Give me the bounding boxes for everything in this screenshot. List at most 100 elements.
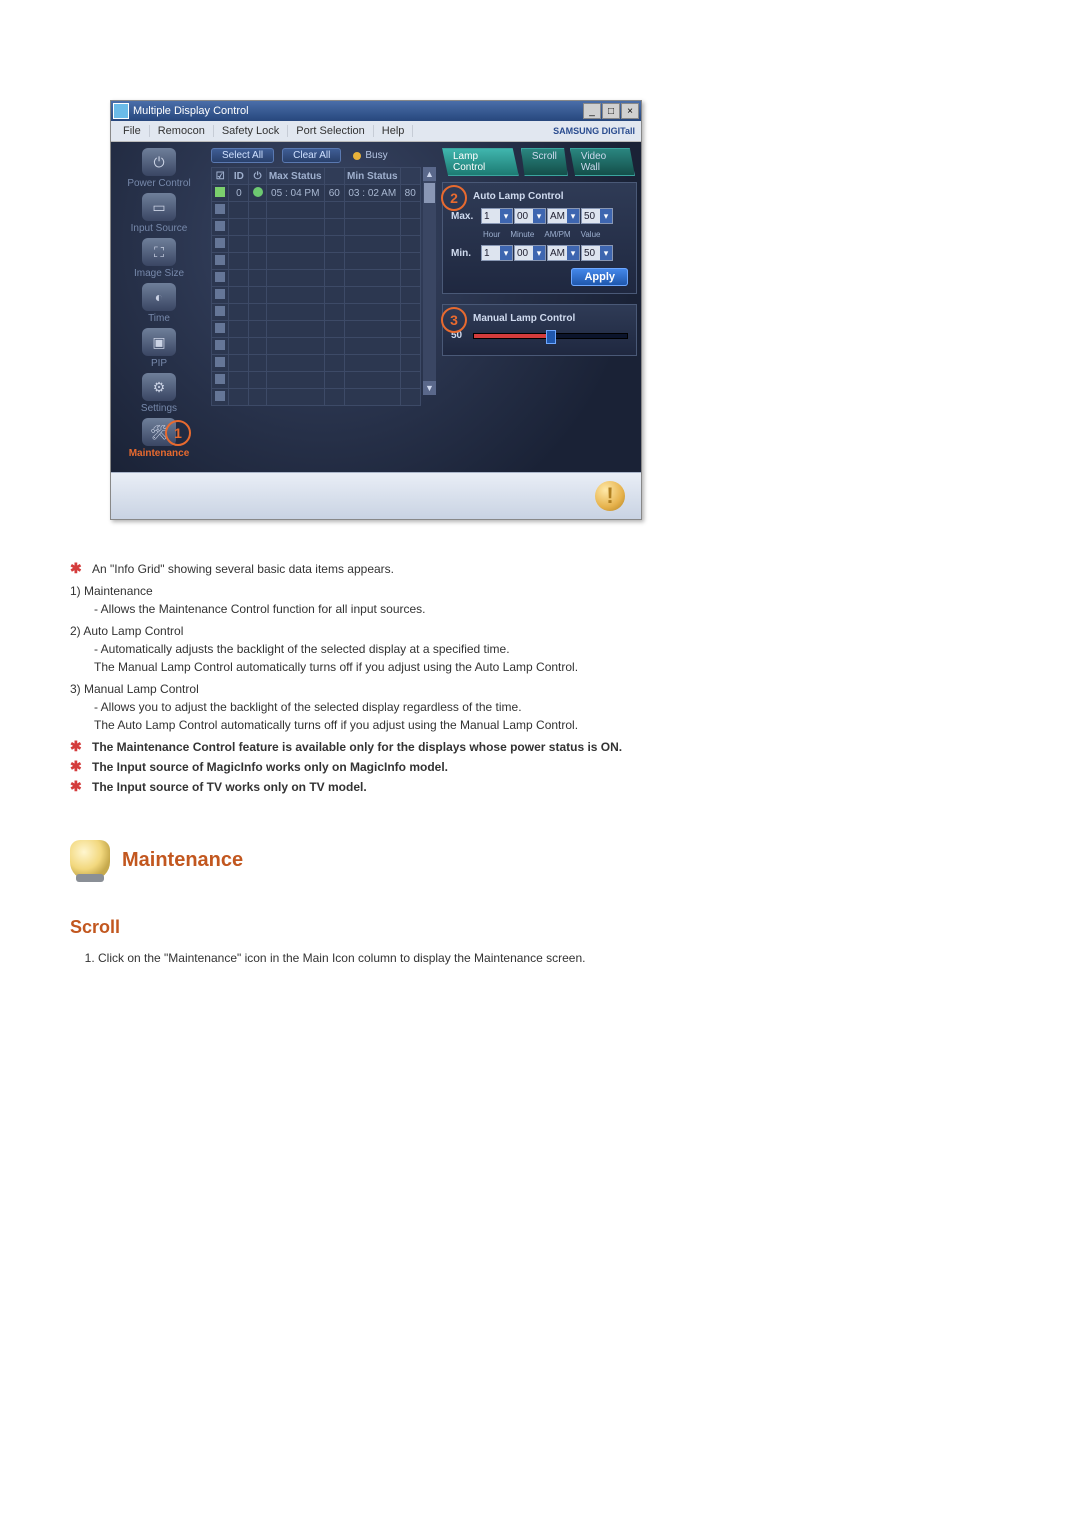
tab-strip: Lamp Control Scroll Video Wall [442, 148, 637, 176]
busy-indicator: Busy [349, 150, 387, 161]
table-row[interactable] [212, 304, 421, 321]
table-row[interactable] [212, 287, 421, 304]
warning-icon: ! [595, 481, 625, 511]
row-checkbox[interactable] [215, 306, 225, 316]
row-checkbox[interactable] [215, 391, 225, 401]
auto-lamp-panel: 2 Auto Lamp Control Max. 1▾ 00▾ AM▾ 50▾ … [442, 182, 637, 294]
lamp-icon [70, 840, 110, 880]
row-checkbox[interactable] [215, 187, 225, 197]
item-1-sub: - Allows the Maintenance Control functio… [94, 600, 1010, 618]
cell-min: 03 : 02 AM [344, 185, 400, 202]
menu-file[interactable]: File [115, 125, 150, 137]
sidebar-label: Image Size [119, 268, 199, 279]
star-icon: ✱ [70, 738, 84, 756]
sidebar-item-power-control[interactable]: ⏻ Power Control [119, 148, 199, 189]
row-checkbox[interactable] [215, 238, 225, 248]
table-row[interactable] [212, 338, 421, 355]
row-checkbox[interactable] [215, 340, 225, 350]
sidebar-item-pip[interactable]: ▣ PIP [119, 328, 199, 369]
max-ampm-select[interactable]: AM▾ [547, 208, 580, 224]
table-row[interactable] [212, 321, 421, 338]
row-checkbox[interactable] [215, 221, 225, 231]
sidebar-item-image-size[interactable]: ⛶ Image Size [119, 238, 199, 279]
col-max-status: Max Status [266, 168, 324, 185]
star-icon: ✱ [70, 758, 84, 776]
tab-video-wall[interactable]: Video Wall [570, 148, 635, 176]
sidebar-item-settings[interactable]: ⚙ Settings [119, 373, 199, 414]
table-row[interactable]: 0 05 : 04 PM 60 03 : 02 AM 80 [212, 185, 421, 202]
clear-all-button[interactable]: Clear All [282, 148, 341, 163]
sidebar-label: PIP [119, 358, 199, 369]
pip-icon: ▣ [142, 328, 176, 356]
titlebar: Multiple Display Control _ □ × [111, 101, 641, 121]
minimize-button[interactable]: _ [583, 103, 601, 119]
slider-thumb[interactable] [546, 330, 556, 344]
section-maintenance: Maintenance [70, 840, 1010, 880]
manual-lamp-slider[interactable] [473, 333, 628, 339]
apply-button[interactable]: Apply [571, 268, 628, 286]
maximize-button[interactable]: □ [602, 103, 620, 119]
cell-max-val: 60 [324, 185, 344, 202]
max-value-select[interactable]: 50▾ [581, 208, 613, 224]
row-checkbox[interactable] [215, 374, 225, 384]
note-1: The Maintenance Control feature is avail… [92, 738, 622, 756]
menu-port-selection[interactable]: Port Selection [288, 125, 373, 137]
scroll-up-icon[interactable]: ▲ [423, 167, 436, 181]
max-hour-select[interactable]: 1▾ [481, 208, 513, 224]
tab-lamp-control[interactable]: Lamp Control [442, 148, 519, 176]
row-checkbox[interactable] [215, 323, 225, 333]
max-minute-select[interactable]: 00▾ [514, 208, 546, 224]
scroll-thumb[interactable] [424, 183, 435, 203]
busy-dot-icon [353, 152, 361, 160]
step-1: Click on the "Maintenance" icon in the M… [98, 949, 1010, 967]
scroll-down-icon[interactable]: ▼ [423, 381, 436, 395]
menubar: File Remocon Safety Lock Port Selection … [111, 121, 641, 142]
table-row[interactable] [212, 389, 421, 406]
chevron-down-icon: ▾ [533, 209, 545, 223]
tab-scroll[interactable]: Scroll [521, 148, 568, 176]
row-checkbox[interactable] [215, 272, 225, 282]
table-row[interactable] [212, 372, 421, 389]
time-icon: ◐ [142, 283, 176, 311]
sidebar-item-input-source[interactable]: ▭ Input Source [119, 193, 199, 234]
item-2-sub2: The Manual Lamp Control automatically tu… [94, 658, 1010, 676]
callout-1: 1 [165, 420, 191, 446]
select-all-button[interactable]: Select All [211, 148, 274, 163]
row-checkbox[interactable] [215, 204, 225, 214]
table-row[interactable] [212, 219, 421, 236]
min-minute-select[interactable]: 00▾ [514, 245, 546, 261]
busy-label: Busy [365, 150, 387, 161]
min-ampm-select[interactable]: AM▾ [547, 245, 580, 261]
manual-lamp-title: Manual Lamp Control [473, 313, 628, 324]
sidebar-item-maintenance[interactable]: 🛠 Maintenance 1 [119, 418, 199, 459]
sidebar-label: Input Source [119, 223, 199, 234]
menu-safety-lock[interactable]: Safety Lock [214, 125, 288, 137]
cell-min-val: 80 [400, 185, 420, 202]
sidebar-item-time[interactable]: ◐ Time [119, 283, 199, 324]
menu-help[interactable]: Help [374, 125, 414, 137]
item-3-sub2: The Auto Lamp Control automatically turn… [94, 716, 1010, 734]
row-checkbox[interactable] [215, 255, 225, 265]
menu-remocon[interactable]: Remocon [150, 125, 214, 137]
row-checkbox[interactable] [215, 357, 225, 367]
table-row[interactable] [212, 202, 421, 219]
row-checkbox[interactable] [215, 289, 225, 299]
brand-label: SAMSUNG DIGITall [553, 126, 641, 136]
cell-max: 05 : 04 PM [266, 185, 324, 202]
min-value-select[interactable]: 50▾ [581, 245, 613, 261]
table-row[interactable] [212, 236, 421, 253]
column-labels: Hour Minute AM/PM Value [479, 228, 608, 241]
table-row[interactable] [212, 270, 421, 287]
power-icon: ⏻ [142, 148, 176, 176]
sidebar-label: Maintenance [119, 448, 199, 459]
min-hour-select[interactable]: 1▾ [481, 245, 513, 261]
col-min-status: Min Status [344, 168, 400, 185]
col-check[interactable]: ☑ [212, 168, 229, 185]
min-label: Min. [451, 248, 481, 259]
close-button[interactable]: × [621, 103, 639, 119]
chevron-down-icon: ▾ [500, 209, 512, 223]
grid-scrollbar[interactable]: ▲ ▼ [423, 167, 436, 395]
col-max-val [324, 168, 344, 185]
table-row[interactable] [212, 253, 421, 270]
table-row[interactable] [212, 355, 421, 372]
